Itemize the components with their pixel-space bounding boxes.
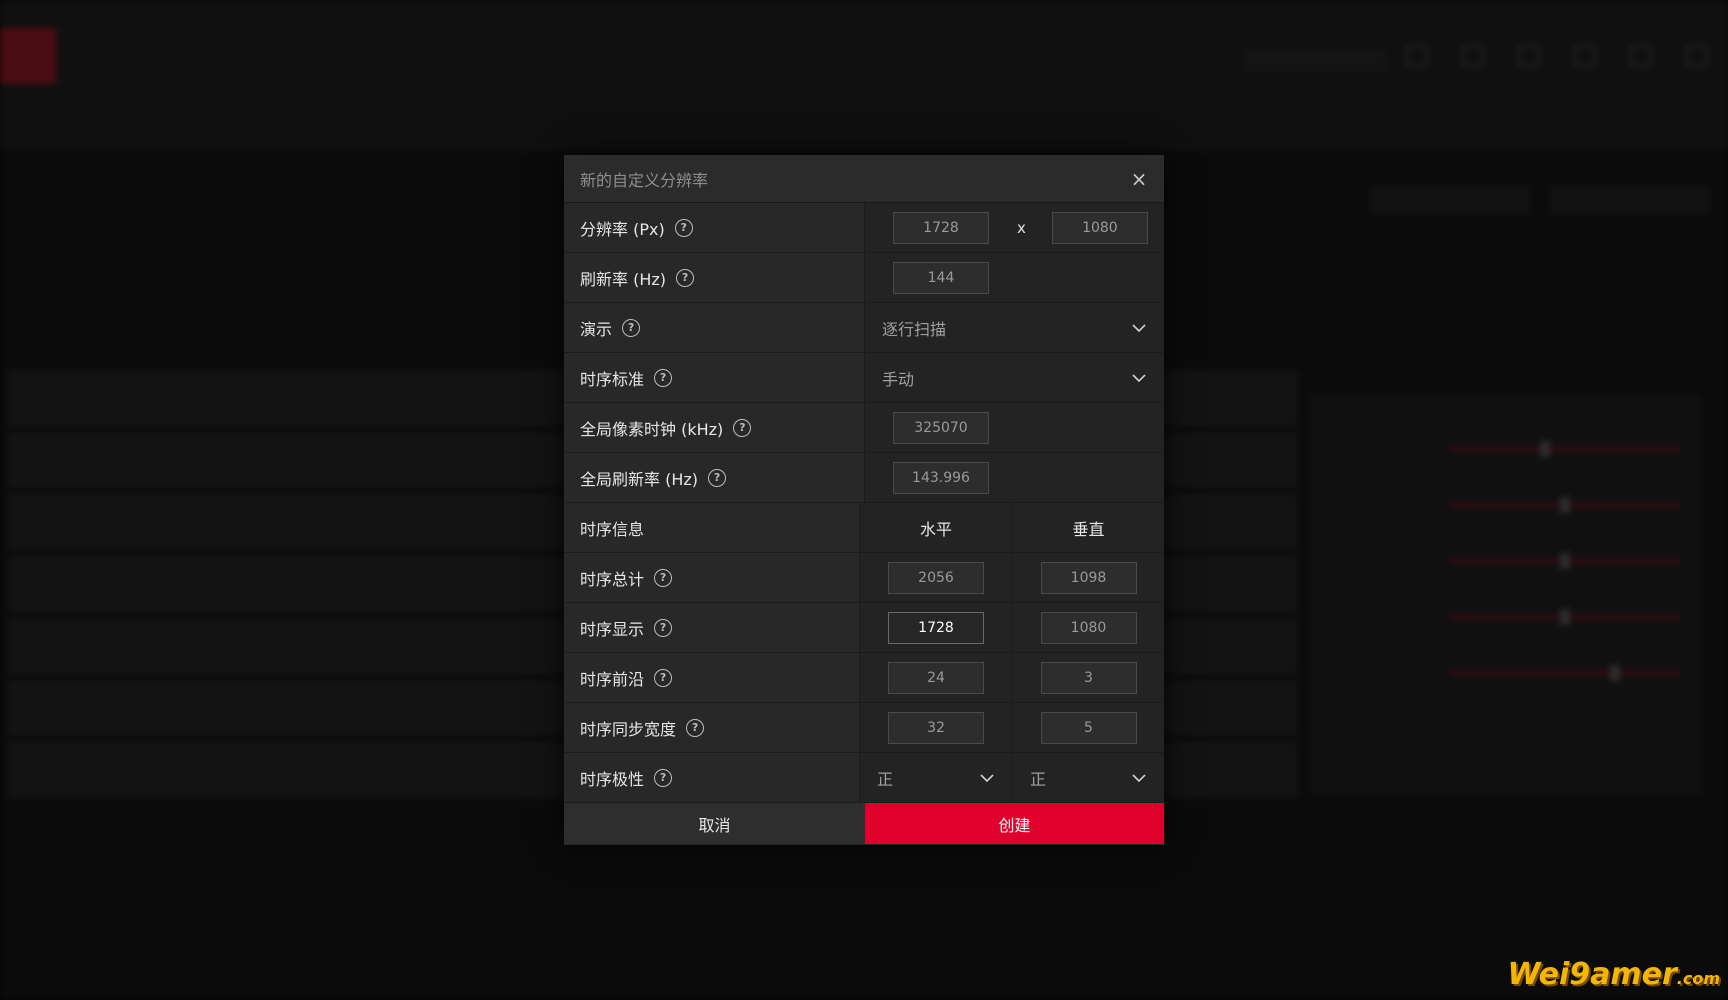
- bg-icon: [1462, 45, 1484, 67]
- help-circle-icon[interactable]: ?: [654, 618, 673, 637]
- polarity-h-select[interactable]: 正: [860, 753, 1012, 802]
- vertical-column-header: 垂直: [1072, 519, 1105, 539]
- bg-icon: [1518, 45, 1540, 67]
- help-circle-icon[interactable]: ?: [686, 718, 705, 737]
- help-circle-icon[interactable]: ?: [674, 218, 693, 237]
- bg-sliders-panel: [1310, 395, 1700, 795]
- resolution-separator: x: [1017, 218, 1026, 237]
- dialog-footer: 取消 创建: [564, 803, 1164, 844]
- timing-standard-select[interactable]: 手动: [865, 353, 1164, 402]
- help-circle-icon[interactable]: ?: [708, 468, 727, 487]
- chevron-down-icon: [1132, 773, 1146, 782]
- help-circle-icon[interactable]: ?: [654, 768, 673, 787]
- resolution-height-input[interactable]: [1051, 211, 1148, 244]
- sync-width-label: 时序同步宽度: [580, 719, 677, 739]
- bg-icon: [1686, 45, 1708, 67]
- global-refresh-label: 全局刷新率 (Hz): [580, 469, 699, 489]
- watermark-logo: Wei9amer.com: [1507, 957, 1720, 992]
- front-porch-h-input[interactable]: [888, 661, 984, 694]
- dialog-header: 新的自定义分辨率 ×: [564, 155, 1164, 203]
- row-presentation: 演示 ? 逐行扫描: [564, 303, 1164, 353]
- sync-width-v-input[interactable]: [1040, 711, 1137, 744]
- polarity-v-select[interactable]: 正: [1012, 753, 1164, 802]
- chevron-down-icon: [1132, 373, 1146, 382]
- row-front-porch: 时序前沿 ?: [564, 653, 1164, 703]
- resolution-width-input[interactable]: [893, 211, 989, 244]
- refresh-rate-input[interactable]: [893, 261, 989, 294]
- polarity-label: 时序极性: [580, 769, 645, 789]
- pixel-clock-input[interactable]: [893, 411, 989, 444]
- bg-icon: [1406, 45, 1428, 67]
- timing-standard-value: 手动: [882, 369, 915, 389]
- front-porch-v-input[interactable]: [1040, 661, 1137, 694]
- chevron-down-icon: [1132, 323, 1146, 332]
- resolution-label: 分辨率 (Px): [580, 219, 665, 239]
- timing-info-label: 时序信息: [580, 519, 645, 539]
- presentation-value: 逐行扫描: [882, 319, 947, 339]
- global-refresh-input[interactable]: [893, 461, 989, 494]
- help-circle-icon[interactable]: ?: [654, 568, 673, 587]
- timing-display-h-input[interactable]: [888, 611, 984, 644]
- help-circle-icon[interactable]: ?: [654, 368, 673, 387]
- chevron-down-icon: [980, 773, 994, 782]
- polarity-h-value: 正: [877, 769, 894, 789]
- custom-resolution-dialog: 新的自定义分辨率 × 分辨率 (Px) ? x 刷新率 (Hz) ? 演示 ? …: [564, 155, 1164, 845]
- create-button[interactable]: 创建: [865, 803, 1164, 844]
- row-resolution: 分辨率 (Px) ? x: [564, 203, 1164, 253]
- row-timing-total: 时序总计 ?: [564, 553, 1164, 603]
- bg-logo: [0, 28, 56, 84]
- timing-total-h-input[interactable]: [888, 561, 984, 594]
- horizontal-column-header: 水平: [919, 519, 952, 539]
- sync-width-h-input[interactable]: [888, 711, 984, 744]
- timing-display-label: 时序显示: [580, 619, 645, 639]
- timing-display-v-input[interactable]: [1040, 611, 1137, 644]
- front-porch-label: 时序前沿: [580, 669, 645, 689]
- close-icon[interactable]: ×: [1128, 167, 1150, 191]
- row-timing-standard: 时序标准 ? 手动: [564, 353, 1164, 403]
- bg-icon: [1574, 45, 1596, 67]
- help-circle-icon[interactable]: ?: [733, 418, 752, 437]
- timing-standard-label: 时序标准: [580, 369, 645, 389]
- dialog-title: 新的自定义分辨率: [580, 170, 709, 190]
- row-timing-display: 时序显示 ?: [564, 603, 1164, 653]
- help-circle-icon[interactable]: ?: [654, 668, 673, 687]
- bg-search: [1245, 50, 1385, 72]
- row-polarity: 时序极性 ? 正 正: [564, 753, 1164, 803]
- bg-buttons: [1370, 185, 1710, 215]
- refresh-rate-label: 刷新率 (Hz): [580, 269, 667, 289]
- row-timing-info: 时序信息 水平 垂直: [564, 503, 1164, 553]
- pixel-clock-label: 全局像素时钟 (kHz): [580, 419, 724, 439]
- row-pixel-clock: 全局像素时钟 (kHz) ?: [564, 403, 1164, 453]
- timing-total-v-input[interactable]: [1040, 561, 1137, 594]
- help-circle-icon[interactable]: ?: [676, 268, 695, 287]
- presentation-select[interactable]: 逐行扫描: [865, 303, 1164, 352]
- help-circle-icon[interactable]: ?: [622, 318, 641, 337]
- cancel-button[interactable]: 取消: [564, 803, 865, 844]
- row-global-refresh: 全局刷新率 (Hz) ?: [564, 453, 1164, 503]
- row-sync-width: 时序同步宽度 ?: [564, 703, 1164, 753]
- polarity-v-value: 正: [1030, 769, 1047, 789]
- row-refresh-rate: 刷新率 (Hz) ?: [564, 253, 1164, 303]
- bg-top-icons: [1406, 45, 1708, 67]
- bg-icon: [1630, 45, 1652, 67]
- bg-topbar: [0, 0, 1728, 150]
- timing-total-label: 时序总计: [580, 569, 645, 589]
- presentation-label: 演示: [580, 319, 613, 339]
